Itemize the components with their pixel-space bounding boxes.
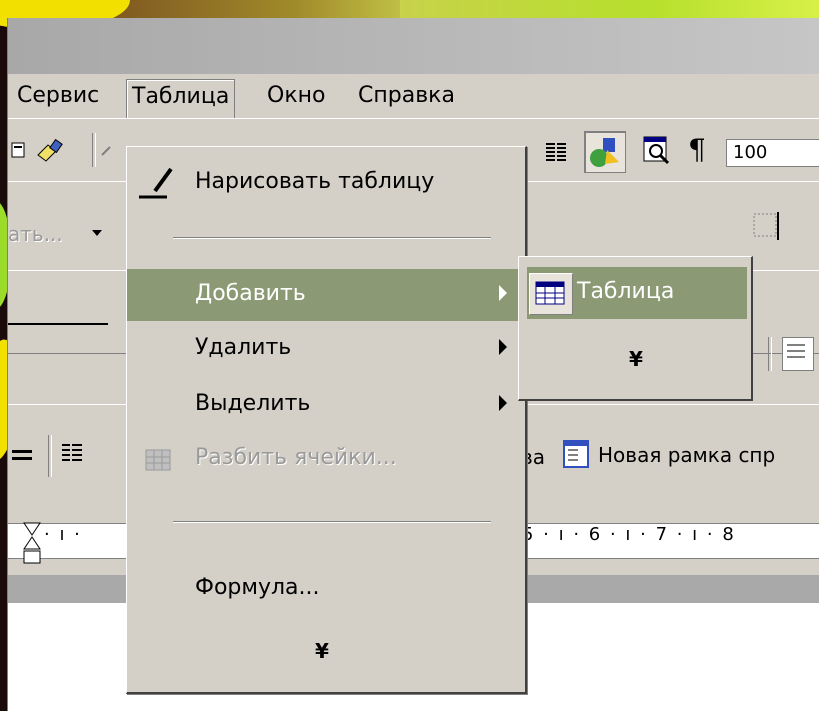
menu-item-split-cells: Разбить ячейки... — [127, 433, 525, 485]
toolbar-separator — [768, 337, 772, 371]
menu-separator — [173, 521, 491, 523]
indent-marker-icon[interactable] — [22, 521, 42, 575]
drawing-icon[interactable] — [584, 131, 626, 173]
expand-submenu-icon[interactable]: ¥ — [629, 347, 643, 371]
menu-service[interactable]: Сервис — [12, 81, 104, 111]
menu-item-label: Добавить — [195, 281, 306, 306]
menu-separator — [173, 237, 491, 239]
style-dropdown-value[interactable]: ать... — [8, 222, 63, 246]
submenu-arrow-icon — [499, 395, 507, 411]
insert-submenu: Таблица ¥ — [518, 256, 753, 401]
document-map-icon[interactable] — [640, 133, 674, 167]
insert-table-icon — [529, 273, 573, 315]
submenu-item-label: Таблица — [577, 279, 675, 304]
menu-table[interactable]: Таблица — [126, 79, 236, 118]
pencil-icon — [137, 165, 183, 201]
title-bar — [8, 18, 819, 74]
submenu-arrow-icon — [499, 339, 507, 355]
menu-item-insert[interactable]: Добавить — [127, 269, 525, 321]
chevron-down-icon[interactable] — [92, 230, 102, 236]
menu-bar: Сервис Таблица Окно Справка — [8, 75, 819, 118]
menu-item-label: Выделить — [195, 391, 311, 416]
ruler-right-marks: 5 · ı · 6 · ı · 7 · ı · 8 — [522, 524, 736, 545]
numbered-list-icon[interactable] — [60, 441, 86, 467]
menu-window[interactable]: Окно — [262, 81, 330, 111]
menu-item-formula[interactable]: Формула... — [127, 563, 525, 615]
menu-item-draw-table[interactable]: Нарисовать таблицу — [127, 157, 525, 209]
split-cells-icon — [145, 449, 173, 473]
print-preview-icon[interactable] — [10, 139, 26, 161]
new-frame-icon[interactable] — [560, 437, 594, 471]
format-painter-icon[interactable] — [34, 137, 66, 165]
paragraph-marks-icon[interactable]: ¶ — [688, 133, 706, 166]
undo-icon[interactable] — [100, 141, 114, 159]
toolbar-separator — [92, 133, 96, 167]
word-window: Сервис Таблица Окно Справка ¶ 100 ать...… — [7, 18, 819, 711]
menu-item-label: Формула... — [195, 575, 320, 600]
menu-item-label: Удалить — [195, 335, 292, 360]
submenu-item-table[interactable]: Таблица — [527, 267, 747, 319]
menu-item-select[interactable]: Выделить — [127, 379, 525, 431]
menu-item-delete[interactable]: Удалить — [127, 323, 525, 375]
toolbar-separator — [48, 435, 52, 477]
line-style-sample[interactable] — [8, 323, 108, 325]
zoom-combobox[interactable]: 100 — [726, 139, 819, 167]
expand-menu-icon[interactable]: ¥ — [315, 639, 329, 663]
align-icon[interactable] — [782, 337, 814, 371]
submenu-arrow-icon — [499, 285, 507, 301]
menu-item-label: Разбить ячейки... — [195, 445, 397, 470]
columns-icon[interactable] — [542, 137, 572, 165]
new-frame-button[interactable]: Новая рамка спр — [598, 443, 775, 467]
menu-item-label: Нарисовать таблицу — [195, 169, 435, 194]
ruler-left-marks: · ı · — [44, 524, 82, 545]
table-menu-dropdown: Нарисовать таблицу Добавить Удалить Выде… — [126, 146, 527, 694]
equal-icon[interactable] — [12, 445, 34, 465]
menu-help[interactable]: Справка — [353, 81, 460, 111]
borders-icon[interactable] — [750, 210, 782, 242]
